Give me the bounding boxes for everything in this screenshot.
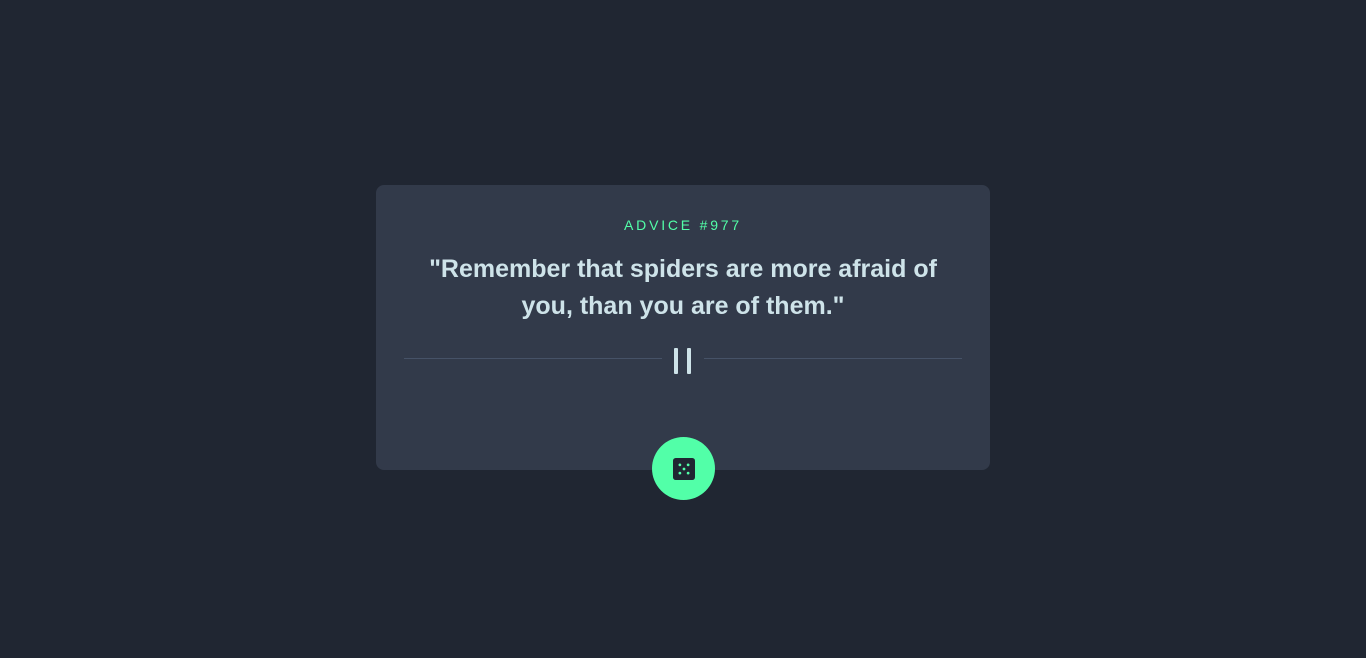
dice-icon [672, 457, 695, 480]
advice-id: ADVICE #977 [624, 217, 742, 233]
pause-icon [672, 348, 694, 374]
advice-quote: "Remember that spiders are more afraid o… [429, 255, 937, 320]
divider [404, 348, 962, 378]
divider-line-left [404, 358, 662, 359]
divider-line-right [704, 358, 962, 359]
generate-advice-button[interactable] [652, 437, 715, 500]
advice-card: ADVICE #977 "Remember that spiders are m… [376, 185, 990, 470]
